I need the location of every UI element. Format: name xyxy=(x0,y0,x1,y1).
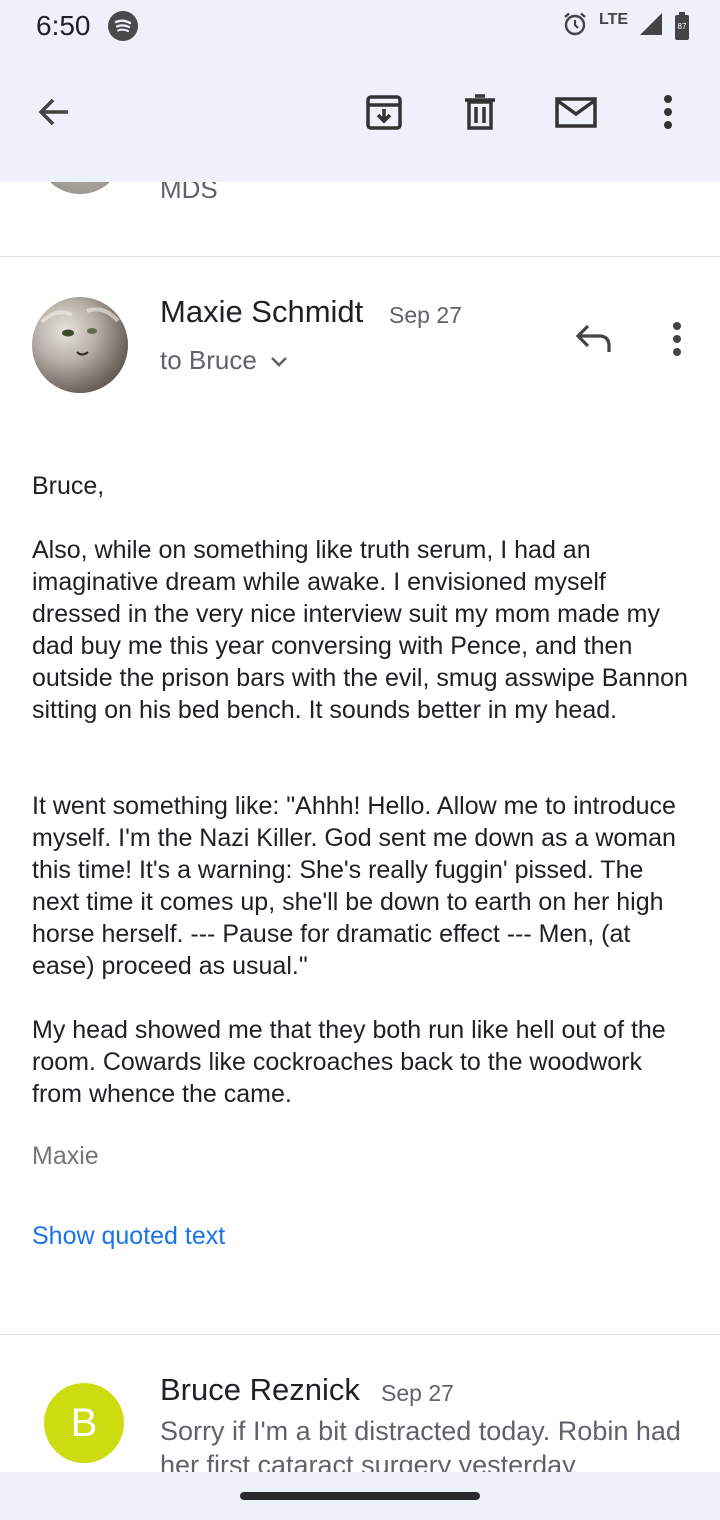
back-arrow-icon[interactable] xyxy=(30,88,78,136)
previous-sender-avatar xyxy=(40,182,120,194)
status-bar: 6:50 LTE 87 xyxy=(0,0,720,52)
battery-level: 87 xyxy=(677,22,687,31)
message-date: Sep 27 xyxy=(389,302,462,328)
next-message-date: Sep 27 xyxy=(381,1380,454,1406)
navigation-bar xyxy=(0,1472,720,1520)
next-sender-avatar[interactable]: B xyxy=(44,1383,124,1463)
message-signature: Maxie xyxy=(32,1142,99,1170)
reply-icon[interactable] xyxy=(568,314,618,364)
recipient-details-toggle[interactable]: to Bruce xyxy=(160,345,289,376)
sender-avatar[interactable] xyxy=(32,297,128,393)
conversation-thread[interactable]: MDS Maxie Schmidt Sep 27 to Bruce Bruce,… xyxy=(0,182,720,1472)
alarm-icon xyxy=(561,10,589,43)
recipient-label: to Bruce xyxy=(160,345,257,375)
message-divider xyxy=(0,256,720,257)
message-paragraph: Also, while on something like truth seru… xyxy=(32,536,688,724)
message-paragraph: It went something like: "Ahhh! Hello. Al… xyxy=(32,792,676,980)
signal-icon xyxy=(638,11,664,42)
archive-icon[interactable] xyxy=(360,88,408,136)
message-divider xyxy=(0,1334,720,1335)
action-toolbar xyxy=(0,52,720,182)
previous-sender-preview[interactable]: MDS xyxy=(160,182,218,205)
spotify-icon xyxy=(108,11,138,41)
more-vert-icon[interactable] xyxy=(644,88,692,136)
next-sender-name[interactable]: Bruce Reznick xyxy=(160,1372,360,1408)
status-icons: LTE 87 xyxy=(561,10,690,42)
chevron-down-icon xyxy=(269,345,289,376)
message-paragraph: My head showed me that they both run lik… xyxy=(32,1016,666,1108)
network-type: LTE xyxy=(598,11,628,28)
next-message-snippet[interactable]: Sorry if I'm a bit distracted today. Rob… xyxy=(160,1414,690,1472)
status-time: 6:50 xyxy=(36,10,91,41)
show-quoted-text-link[interactable]: Show quoted text xyxy=(32,1222,225,1251)
mark-unread-icon[interactable] xyxy=(552,88,600,136)
sender-name: Maxie Schmidt xyxy=(160,294,364,329)
delete-icon[interactable] xyxy=(456,88,504,136)
message-greeting: Bruce, xyxy=(32,472,105,500)
battery-icon: 87 xyxy=(674,12,690,40)
home-gesture-pill[interactable] xyxy=(240,1492,480,1500)
message-more-icon[interactable] xyxy=(652,314,702,364)
